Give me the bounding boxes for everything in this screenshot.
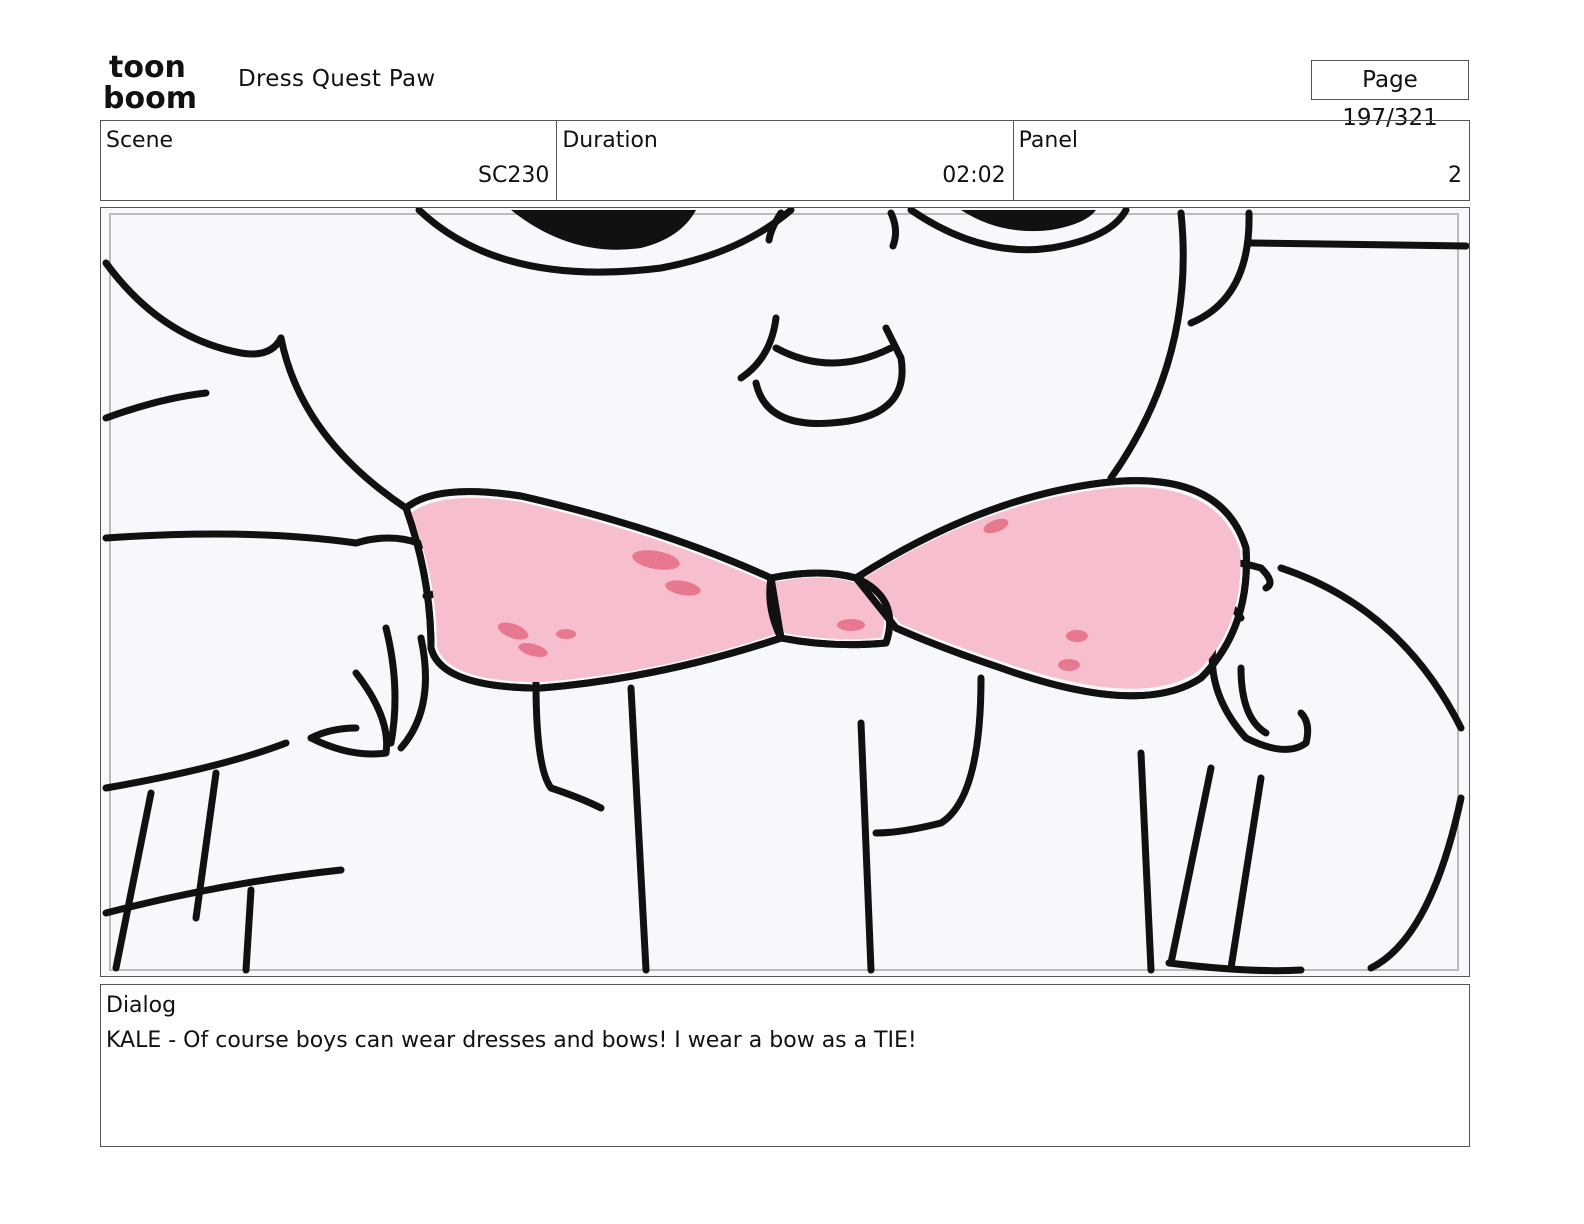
- panel-value: 2: [1447, 163, 1462, 188]
- duration-value: 02:02: [942, 163, 1006, 188]
- dialog-section: Dialog KALE - Of course boys can wear dr…: [100, 984, 1470, 1147]
- page-indicator: Page 197/321: [1311, 60, 1469, 131]
- panel-cell: Panel 2: [1014, 121, 1469, 200]
- project-title: Dress Quest Paw: [238, 66, 436, 92]
- dialog-label: Dialog: [106, 993, 177, 1018]
- duration-cell: Duration 02:02: [557, 121, 1014, 200]
- toonboom-logo: toon boom: [103, 50, 215, 116]
- dialog-text: KALE - Of course boys can wear dresses a…: [106, 1028, 917, 1053]
- scene-label: Scene: [106, 128, 174, 153]
- storyboard-drawing: [102, 208, 1469, 975]
- scene-value: SC230: [478, 163, 550, 188]
- logo-top-text: toon: [109, 50, 186, 85]
- bow-tie: [411, 487, 1241, 689]
- logo-bottom-text: boom: [103, 81, 197, 112]
- panel-label: Panel: [1018, 128, 1079, 153]
- scene-cell: Scene SC230: [101, 121, 558, 200]
- panel-info-table: Scene SC230 Duration 02:02 Panel 2: [100, 120, 1470, 201]
- duration-label: Duration: [562, 128, 658, 153]
- storyboard-panel-image: [100, 207, 1470, 977]
